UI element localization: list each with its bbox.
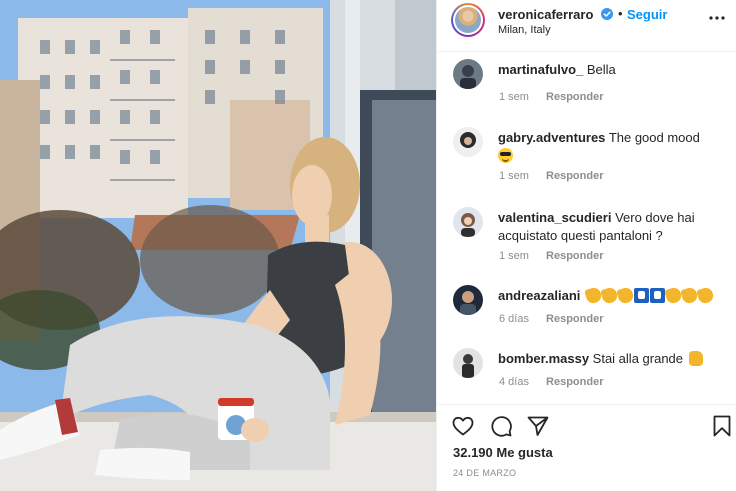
comment-meta: 6 días Responder <box>499 313 604 325</box>
comment-text: gabry.adventures The good mood <box>498 129 723 165</box>
clapping-hands-emoji-icon <box>600 286 619 305</box>
blue-square-emoji-icon <box>650 288 665 303</box>
commenter-username[interactable]: martinafulvo_ <box>498 62 583 77</box>
comment-time[interactable]: 1 sem <box>499 91 529 103</box>
comment-time[interactable]: 6 días <box>499 313 529 325</box>
comment-text: martinafulvo_ Bella <box>498 61 723 79</box>
reply-button[interactable]: Responder <box>546 376 603 388</box>
comment-meta: 1 sem Responder <box>499 170 604 182</box>
comment-meta: 1 sem Responder <box>499 250 604 262</box>
comment-content: Stai alla grande <box>592 351 684 366</box>
comment-meta: 1 sem Responder <box>499 91 604 103</box>
comment-item: andreazaliani 6 días Responder <box>437 280 736 342</box>
commenter-avatar[interactable] <box>453 348 483 378</box>
post-photo[interactable] <box>0 0 436 491</box>
comment-item: valentina_scudieri Vero dove hai acquist… <box>437 202 736 282</box>
author-avatar[interactable] <box>451 3 485 37</box>
post-header: veronicaferraro • Seguir Milan, Italy <box>437 0 736 52</box>
clapping-hands-emoji-icon <box>680 286 699 305</box>
comment-text: bomber.massy Stai alla grande <box>498 350 723 368</box>
post-date[interactable]: 24 DE MARZO <box>453 468 516 478</box>
heart-icon[interactable] <box>451 414 475 438</box>
emoji-sequence <box>584 286 715 305</box>
comment-meta: 4 días Responder <box>499 376 604 388</box>
commenter-avatar[interactable] <box>453 59 483 89</box>
paper-plane-icon[interactable] <box>526 414 550 438</box>
comment-time[interactable]: 1 sem <box>499 170 529 182</box>
comment-time[interactable]: 4 días <box>499 376 529 388</box>
follow-button[interactable]: Seguir <box>627 7 667 22</box>
comment-text: andreazaliani <box>498 286 723 305</box>
blue-square-emoji-icon <box>634 288 649 303</box>
comment-item: gabry.adventures The good mood 1 sem Res… <box>437 122 736 202</box>
comment-content: The good mood <box>608 130 700 145</box>
reply-button[interactable]: Responder <box>546 313 603 325</box>
commenter-username[interactable]: valentina_scudieri <box>498 210 611 225</box>
commenter-username[interactable]: bomber.massy <box>498 351 589 366</box>
comment-icon[interactable] <box>489 414 513 438</box>
comment-time[interactable]: 1 sem <box>499 250 529 262</box>
author-username[interactable]: veronicaferraro <box>498 7 593 22</box>
commenter-avatar[interactable] <box>453 127 483 157</box>
clapping-hands-emoji-icon <box>584 286 603 305</box>
commenter-username[interactable]: andreazaliani <box>498 288 580 303</box>
sunglasses-emoji-icon <box>498 148 513 163</box>
instagram-post: veronicaferraro • Seguir Milan, Italy ma… <box>0 0 736 491</box>
post-actions: 32.190 Me gusta 24 DE MARZO <box>437 404 736 491</box>
post-location[interactable]: Milan, Italy <box>498 24 551 36</box>
clapping-hands-emoji-icon <box>664 286 683 305</box>
comment-item: bomber.massy Stai alla grande 4 días Res… <box>437 343 736 404</box>
post-side-panel: veronicaferraro • Seguir Milan, Italy ma… <box>436 0 736 491</box>
post-image <box>0 0 436 491</box>
commenter-username[interactable]: gabry.adventures <box>498 130 605 145</box>
reply-button[interactable]: Responder <box>546 91 603 103</box>
comments-list[interactable]: martinafulvo_ Bella 1 sem Responder gabr… <box>437 52 736 404</box>
thumbs-up-emoji-icon <box>688 351 703 366</box>
bookmark-icon[interactable] <box>710 414 734 438</box>
commenter-avatar[interactable] <box>453 207 483 237</box>
likes-count[interactable]: 32.190 Me gusta <box>453 445 553 460</box>
commenter-avatar[interactable] <box>453 285 483 315</box>
header-separator: • <box>618 6 623 21</box>
reply-button[interactable]: Responder <box>546 170 603 182</box>
comment-content: Bella <box>586 62 616 77</box>
comment-text: valentina_scudieri Vero dove hai acquist… <box>498 209 723 245</box>
verified-badge-icon <box>601 8 613 20</box>
more-options-icon[interactable] <box>709 10 725 26</box>
comment-item: martinafulvo_ Bella 1 sem Responder <box>437 54 736 114</box>
clapping-hands-emoji-icon <box>616 286 635 305</box>
reply-button[interactable]: Responder <box>546 250 603 262</box>
clapping-hands-emoji-icon <box>696 286 715 305</box>
